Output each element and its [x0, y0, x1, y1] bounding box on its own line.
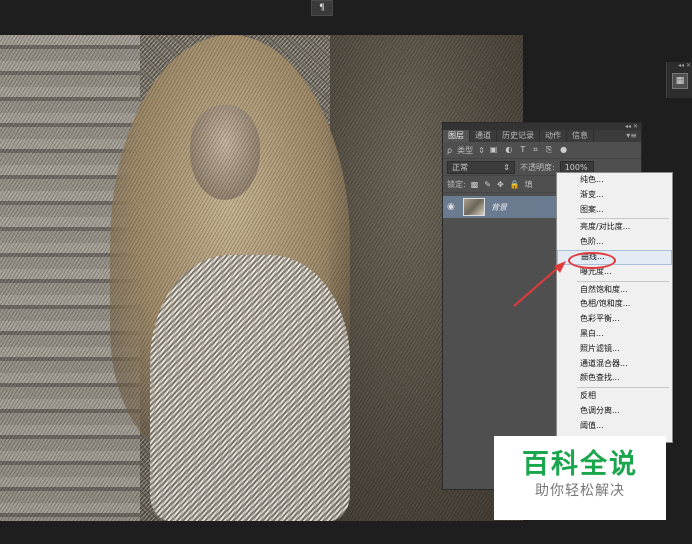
- dock-collapse-controls[interactable]: ◂◂ ✕: [667, 62, 692, 70]
- fill-label: 填: [524, 179, 533, 189]
- lock-transparent-icon[interactable]: ▩: [471, 180, 479, 189]
- panel-menu-icon[interactable]: ▾≡: [626, 130, 641, 142]
- lock-label: 锁定:: [447, 179, 466, 189]
- menu-separator: [577, 218, 669, 220]
- shape-filter-icon[interactable]: ⌗: [533, 145, 538, 155]
- menu-item[interactable]: 自然饱和度...: [557, 283, 672, 298]
- type-filter-icon[interactable]: T: [520, 145, 525, 155]
- menu-item[interactable]: 色阶...: [557, 235, 672, 250]
- panel-icon[interactable]: ▦: [672, 73, 688, 89]
- menu-item[interactable]: 颜色查找...: [557, 371, 672, 386]
- lock-icons: ▩ ✎ ✥ 🔒: [471, 180, 520, 189]
- paragraph-toggle-button[interactable]: ¶: [311, 0, 333, 16]
- search-icon: ρ: [447, 145, 453, 155]
- menu-item[interactable]: 色相/饱和度...: [557, 297, 672, 312]
- tab-4[interactable]: 信息: [567, 130, 594, 142]
- filter-type-arrows-icon[interactable]: ⇕: [478, 146, 485, 155]
- adjustment-layer-menu: 纯色... 渐变... 图案... 亮度/对比度... 色阶... 曲线... 曝光度...…: [556, 172, 673, 443]
- menu-item[interactable]: 渐变...: [557, 188, 672, 203]
- chevron-icon: ⇕: [503, 162, 510, 172]
- panel-tabs: 图层 通道 历史记录 动作 信息 ▾≡: [443, 130, 641, 142]
- layer-filter-row: ρ 类型 ⇕ ▣ ◐ T ⌗ ⎘ ●: [443, 142, 641, 159]
- annotation-arrow-icon: [513, 261, 566, 307]
- menu-item[interactable]: 通道混合器...: [557, 357, 672, 372]
- menu-item[interactable]: 图案...: [557, 203, 672, 218]
- annotation-circle: [568, 252, 616, 269]
- smart-object-filter-icon[interactable]: ⎘: [546, 145, 552, 155]
- filter-type-select[interactable]: 类型: [457, 145, 473, 156]
- lock-all-icon[interactable]: 🔒: [510, 180, 520, 189]
- tab-2[interactable]: 历史记录: [497, 130, 540, 142]
- lock-position-icon[interactable]: ✥: [497, 180, 504, 189]
- right-dock: ◂◂ ✕ ▦: [666, 62, 692, 98]
- opacity-label: 不透明度:: [520, 162, 555, 172]
- menu-item[interactable]: 照片滤镜...: [557, 342, 672, 357]
- watermark-subtitle: 助你轻松解决: [535, 483, 625, 499]
- watermark-title: 百科全说: [522, 449, 638, 480]
- menu-item[interactable]: 亮度/对比度...: [557, 220, 672, 235]
- tab-1[interactable]: 通道: [470, 130, 497, 142]
- menu-item[interactable]: 色彩平衡...: [557, 312, 672, 327]
- tab-3[interactable]: 动作: [540, 130, 567, 142]
- filter-icons: ▣ ◐ T ⌗ ⎘ ●: [490, 145, 567, 155]
- menu-item[interactable]: 曝光度...: [557, 265, 672, 280]
- lock-image-icon[interactable]: ✎: [484, 180, 491, 189]
- blend-mode-select[interactable]: 正常 ⇕: [447, 160, 515, 174]
- menu-item[interactable]: 纯色...: [557, 173, 672, 188]
- layer-name: 背景: [491, 202, 507, 212]
- blend-mode-value: 正常: [452, 162, 468, 172]
- filter-toggle-icon[interactable]: ●: [560, 145, 567, 155]
- pixel-filter-icon[interactable]: ▣: [490, 145, 498, 155]
- adjustment-filter-icon[interactable]: ◐: [505, 145, 512, 155]
- menu-item[interactable]: 黑白...: [557, 327, 672, 342]
- menu-item[interactable]: 阈值...: [557, 419, 672, 434]
- tab-0[interactable]: 图层: [443, 130, 470, 142]
- eye-icon[interactable]: ◉: [447, 202, 457, 212]
- layer-thumbnail: [463, 198, 485, 216]
- menu-item[interactable]: 反相: [557, 389, 672, 404]
- menu-separator: [577, 387, 669, 389]
- menu-separator: [577, 280, 669, 282]
- panel-collapse-controls[interactable]: ◂◂ ✕: [443, 123, 641, 130]
- watermark: 百科全说 助你轻松解决: [494, 436, 666, 520]
- menu-item[interactable]: 色调分离...: [557, 404, 672, 419]
